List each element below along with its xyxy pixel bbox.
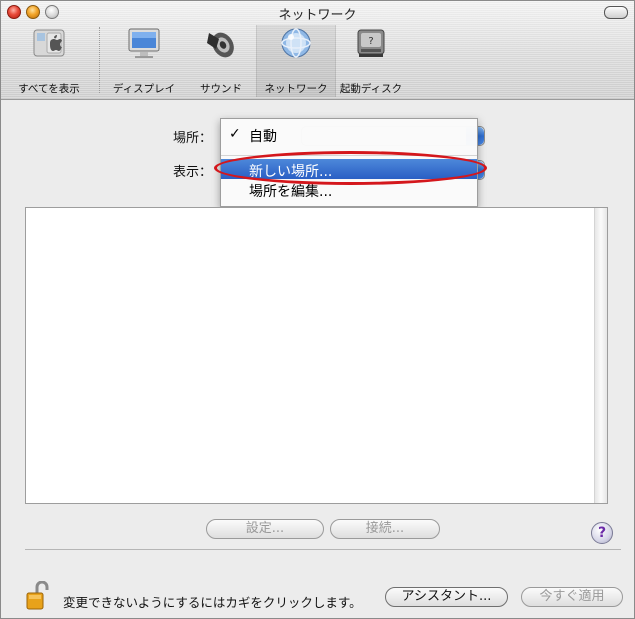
speaker-icon [207,32,234,58]
title-bar: ネットワーク すべてを表示 ディスプレイ サウンド ネットワーク ? 起動ディス… [1,1,634,100]
divider [25,549,621,550]
location-menu: ✓ 自動 新しい場所... 場所を編集... [220,118,478,207]
connect-button[interactable]: 接続... [330,519,440,539]
toolbar-toggle-button[interactable] [604,6,628,19]
checkmark-icon: ✓ [229,126,241,142]
toolbar-show-all[interactable]: すべてを表示 [3,25,95,97]
menu-item-edit-locations[interactable]: 場所を編集... [221,179,477,200]
menu-separator [221,155,477,156]
lock-icon[interactable] [25,581,51,611]
vertical-scrollbar[interactable] [594,208,607,503]
toolbar-label: サウンド [200,83,242,95]
toolbar-label: 起動ディスク [339,83,403,95]
menu-item-label: 新しい場所... [249,164,333,180]
toolbar-label: ネットワーク [264,83,328,95]
menu-item-label: 自動 [249,129,277,145]
network-globe-icon [281,28,311,58]
menu-item-new-location[interactable]: 新しい場所... [221,159,477,180]
window-title: ネットワーク [278,8,357,23]
show-label: 表示： [173,165,213,180]
help-button[interactable]: ? [591,522,613,544]
startup-disk-icon: ? [357,29,385,57]
network-preferences-window: ネットワーク すべてを表示 ディスプレイ サウンド ネットワーク ? 起動ディス… [0,0,635,619]
network-content-area [25,207,608,504]
menu-item-automatic[interactable]: ✓ 自動 [221,124,477,145]
toolbar-display[interactable]: ディスプレイ [105,25,183,97]
toolbar-startup-disk[interactable]: ? 起動ディスク [335,25,407,97]
toolbar-label: すべてを表示 [18,83,80,95]
toolbar-label: ディスプレイ [112,83,176,95]
menu-item-label: 場所を編集... [249,184,333,200]
toolbar-network[interactable]: ネットワーク [256,25,336,97]
assistant-button[interactable]: アシスタント... [385,587,508,607]
apple-grid-icon [33,29,65,57]
toolbar-separator [99,27,100,93]
apply-now-button[interactable]: 今すぐ適用 [521,587,623,607]
toolbar-sound[interactable]: サウンド [187,25,255,97]
svg-text:?: ? [368,36,373,47]
location-label: 場所： [173,131,213,146]
configure-button[interactable]: 設定... [206,519,324,539]
display-icon [128,28,160,58]
lock-message: 変更できないようにするにはカギをクリックします。 [63,595,362,610]
